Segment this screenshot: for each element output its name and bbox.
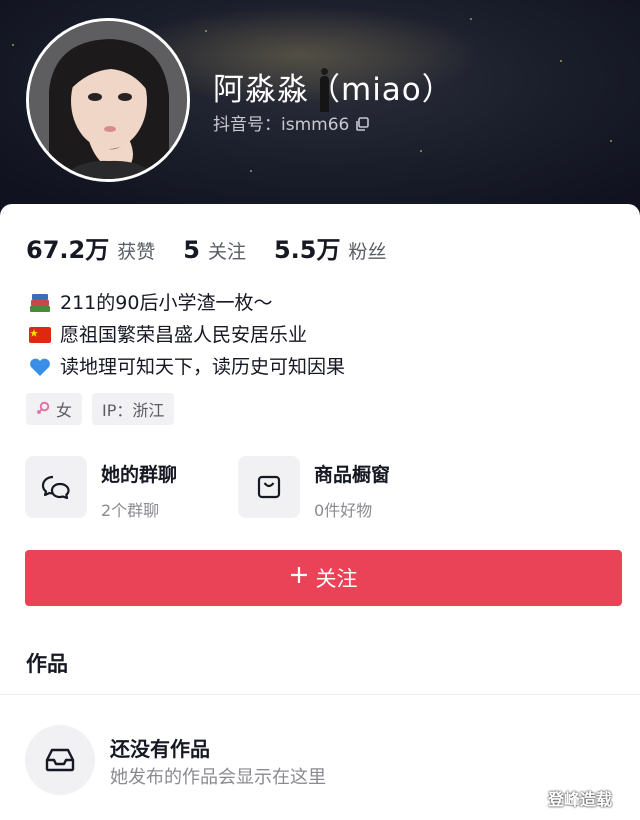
female-icon xyxy=(36,400,50,419)
group-chat-title: 她的群聊 xyxy=(101,464,178,486)
group-chat-count: 2个群聊 xyxy=(101,501,160,520)
shop-window-title: 商品橱窗 xyxy=(314,464,391,486)
empty-works-title: 还没有作品 xyxy=(110,737,210,761)
shop-window-entry[interactable]: 商品橱窗 0件好物 xyxy=(238,456,390,521)
ip-label: IP：浙江 xyxy=(102,401,165,420)
works-section-title: 作品 xyxy=(26,652,68,676)
following-count[interactable]: 5 xyxy=(183,236,200,264)
gender-tag: 女 xyxy=(26,393,83,425)
plus-icon xyxy=(290,566,308,590)
bio-text: 读地理可知天下，读历史可知因果 xyxy=(60,356,346,378)
followers-count[interactable]: 5.5万 xyxy=(274,230,341,265)
group-chat-entry[interactable]: 她的群聊 2个群聊 xyxy=(25,456,177,521)
copy-icon[interactable] xyxy=(355,116,370,131)
douyin-id: 抖音号：ismm66 xyxy=(213,115,350,135)
shopping-bag-icon xyxy=(238,456,300,518)
followers-label[interactable]: 粉丝 xyxy=(348,237,386,264)
bio-text: 愿祖国繁荣昌盛人民安居乐业 xyxy=(60,324,308,346)
avatar[interactable] xyxy=(26,18,190,182)
blue-heart-icon xyxy=(28,356,52,378)
watermark: 登峰造载 xyxy=(548,790,613,809)
bio-text: 211的90后小学渣一枚～ xyxy=(60,292,273,314)
gender-label: 女 xyxy=(56,401,73,420)
bio: 211的90后小学渣一枚～ 愿祖国繁荣昌盛人民安居乐业 读地理可知天下，读历史可… xyxy=(28,287,345,383)
bio-line: 读地理可知天下，读历史可知因果 xyxy=(28,351,345,383)
ip-tag: IP：浙江 xyxy=(92,393,175,425)
nickname: 阿淼淼（miao） xyxy=(213,72,454,108)
following-label[interactable]: 关注 xyxy=(208,237,246,264)
empty-works-subtitle: 她发布的作品会显示在这里 xyxy=(110,767,326,788)
likes-label: 获赞 xyxy=(117,241,156,263)
profile-tags: 女 IP：浙江 xyxy=(26,393,175,425)
douyin-id-row: 抖音号：ismm66 xyxy=(213,110,370,135)
chat-bubbles-icon xyxy=(25,456,87,518)
bio-line: 愿祖国繁荣昌盛人民安居乐业 xyxy=(28,319,345,351)
books-icon xyxy=(28,292,52,314)
divider xyxy=(0,694,640,695)
bio-line: 211的90后小学渣一枚～ xyxy=(28,287,345,319)
likes-count: 67.2万 xyxy=(26,236,110,264)
stats-row: 67.2万 获赞 5 关注 5.5万 粉丝 xyxy=(26,230,386,265)
inbox-tray-icon xyxy=(25,725,95,795)
follow-button[interactable]: 关注 xyxy=(25,550,622,606)
china-flag-icon xyxy=(28,324,52,346)
follow-button-label: 关注 xyxy=(315,568,358,591)
shop-window-count: 0件好物 xyxy=(314,501,373,520)
